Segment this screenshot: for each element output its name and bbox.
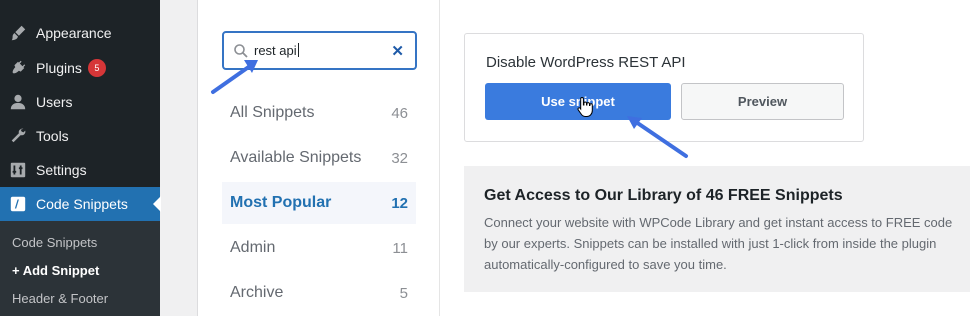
sidebar-item-tools[interactable]: Tools [0,119,160,153]
results-area: Disable WordPress REST API Use snippet P… [197,0,970,316]
submenu-item-header-footer[interactable]: Header & Footer [12,291,108,306]
wrench-icon [9,127,27,145]
sliders-icon [9,161,27,179]
submenu-item-code-snippets[interactable]: Code Snippets [12,235,97,250]
library-text-line: Connect your website with WPCode Library… [484,215,953,230]
sidebar-item-label: Users [36,94,73,110]
plug-icon [9,59,27,77]
sidebar-item-appearance[interactable]: Appearance [0,16,160,50]
plugins-update-badge: 5 [87,59,106,77]
user-icon [9,93,27,111]
library-description: Connect your website with WPCode Library… [484,212,970,275]
code-snippets-submenu: Code Snippets + Add Snippet Header & Foo… [0,221,160,316]
library-title: Get Access to Our Library of 46 FREE Sni… [484,187,843,204]
snippet-title: Disable WordPress REST API [486,54,686,71]
admin-sidebar: Appearance Plugins 5 Users Tools Setting… [0,0,161,316]
library-text-line: automatically-configured to save you tim… [484,257,727,272]
library-text-line: by our experts. Snippets can be installe… [484,236,937,251]
preview-button[interactable]: Preview [681,83,844,120]
sidebar-item-users[interactable]: Users [0,85,160,119]
sidebar-item-label: Settings [36,162,87,178]
hand-cursor-icon [577,96,593,117]
snippet-card: Disable WordPress REST API Use snippet P… [464,33,864,142]
sidebar-item-label: Plugins [36,60,82,76]
sidebar-item-label: Code Snippets [36,196,128,212]
sidebar-item-settings[interactable]: Settings [0,153,160,187]
code-icon [9,195,27,213]
library-promo: Get Access to Our Library of 46 FREE Sni… [464,166,970,292]
sidebar-item-label: Tools [36,128,69,144]
submenu-item-add-snippet[interactable]: + Add Snippet [12,263,99,278]
sidebar-item-code-snippets[interactable]: Code Snippets [0,187,161,221]
paintbrush-icon [9,24,27,42]
sidebar-item-plugins[interactable]: Plugins 5 [0,51,160,85]
sidebar-item-label: Appearance [36,25,112,41]
